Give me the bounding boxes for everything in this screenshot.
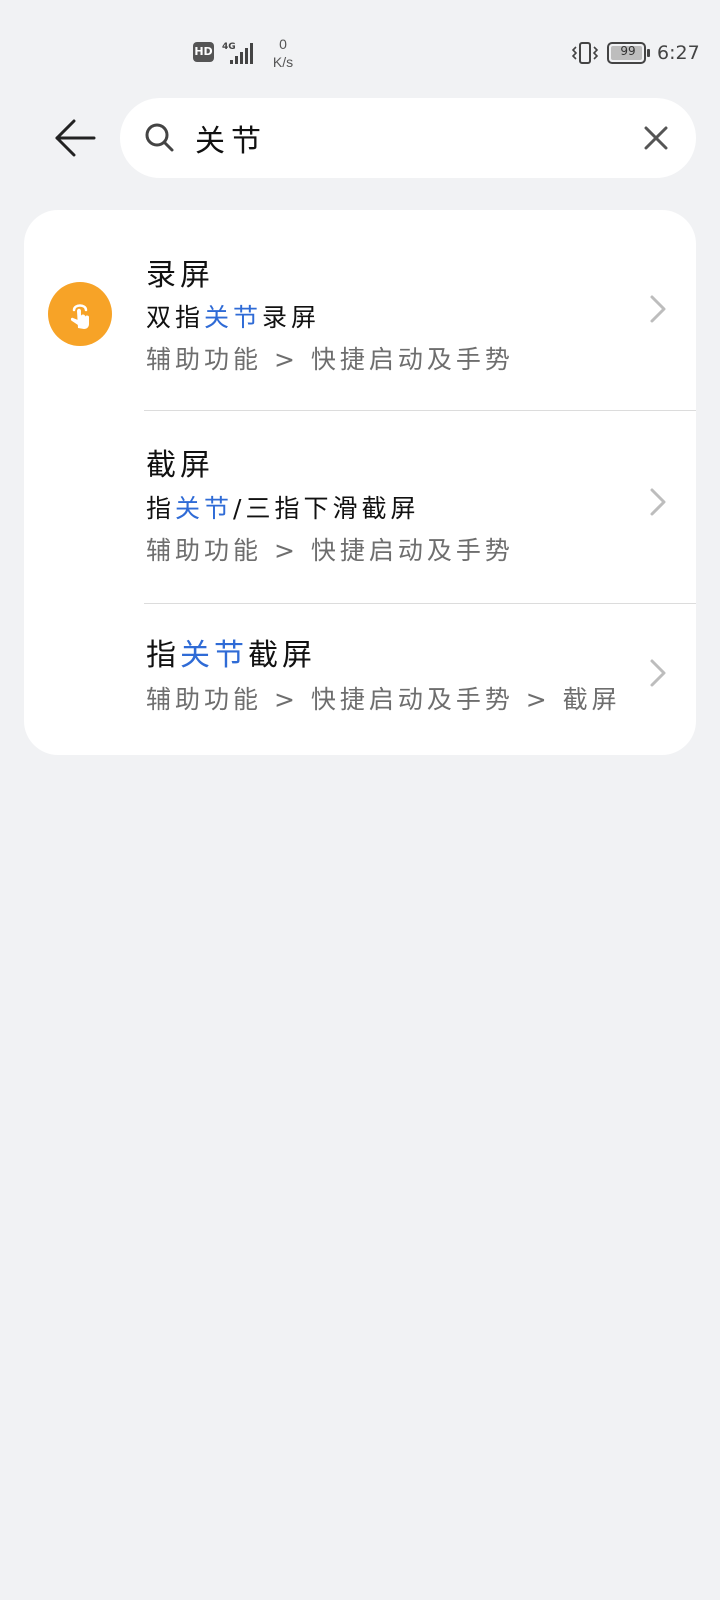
network-speed: 0 K/s [268,35,298,71]
clock: 6:27 [657,42,700,64]
signal-icon: 4G [222,42,253,64]
back-button[interactable] [44,110,104,166]
snippet-text: 录屏 [262,303,321,332]
snippet-highlight: 关节 [204,303,263,332]
title-text: 指 [146,638,180,673]
network-type: 4G [222,42,236,52]
result-item-screenshot[interactable]: 截屏 指关节/三指下滑截屏 辅助功能 > 快捷启动及手势 [24,411,696,603]
back-arrow-icon [55,119,96,157]
chevron-right-icon [650,488,666,516]
battery-level: 99 [620,44,636,58]
speed-unit: K/s [272,54,294,70]
result-path: 辅助功能 > 快捷启动及手势 > 截屏 [146,685,621,714]
tap-gesture-icon [48,282,112,346]
result-item-knuckle-screenshot[interactable]: 指关节截屏 辅助功能 > 快捷启动及手势 > 截屏 [24,604,696,755]
search-box[interactable] [120,98,696,178]
search-results-card: 录屏 双指关节录屏 辅助功能 > 快捷启动及手势 截屏 指关节/三指下滑截屏 辅… [24,210,696,755]
chevron-right-icon [650,295,666,323]
result-title: 录屏 [146,258,214,293]
result-snippet: 双指关节录屏 [146,298,320,334]
snippet-text: 指 [146,494,176,523]
hd-badge: HD [193,42,214,62]
clear-search-button[interactable] [638,120,674,156]
result-path: 辅助功能 > 快捷启动及手势 [146,536,514,565]
result-title: 截屏 [146,448,214,483]
close-icon [644,126,668,150]
snippet-text: 双指 [146,303,205,332]
status-bar: HD 4G 0 K/s 99 6:27 [0,0,720,90]
chevron-right-icon [650,659,666,687]
search-icon [145,123,174,152]
result-snippet: 指关节/三指下滑截屏 [146,489,419,525]
snippet-highlight: 关节 [175,494,234,523]
speed-value: 0 [279,36,287,52]
result-item-screen-record[interactable]: 录屏 双指关节录屏 辅助功能 > 快捷启动及手势 [24,210,696,410]
title-text: 截屏 [248,638,316,673]
search-input[interactable] [195,116,615,160]
snippet-text: /三指下滑截屏 [233,494,420,523]
result-path: 辅助功能 > 快捷启动及手势 [146,345,514,374]
title-highlight: 关节 [180,638,248,673]
vibrate-icon [571,42,599,64]
result-title: 指关节截屏 [146,630,316,674]
